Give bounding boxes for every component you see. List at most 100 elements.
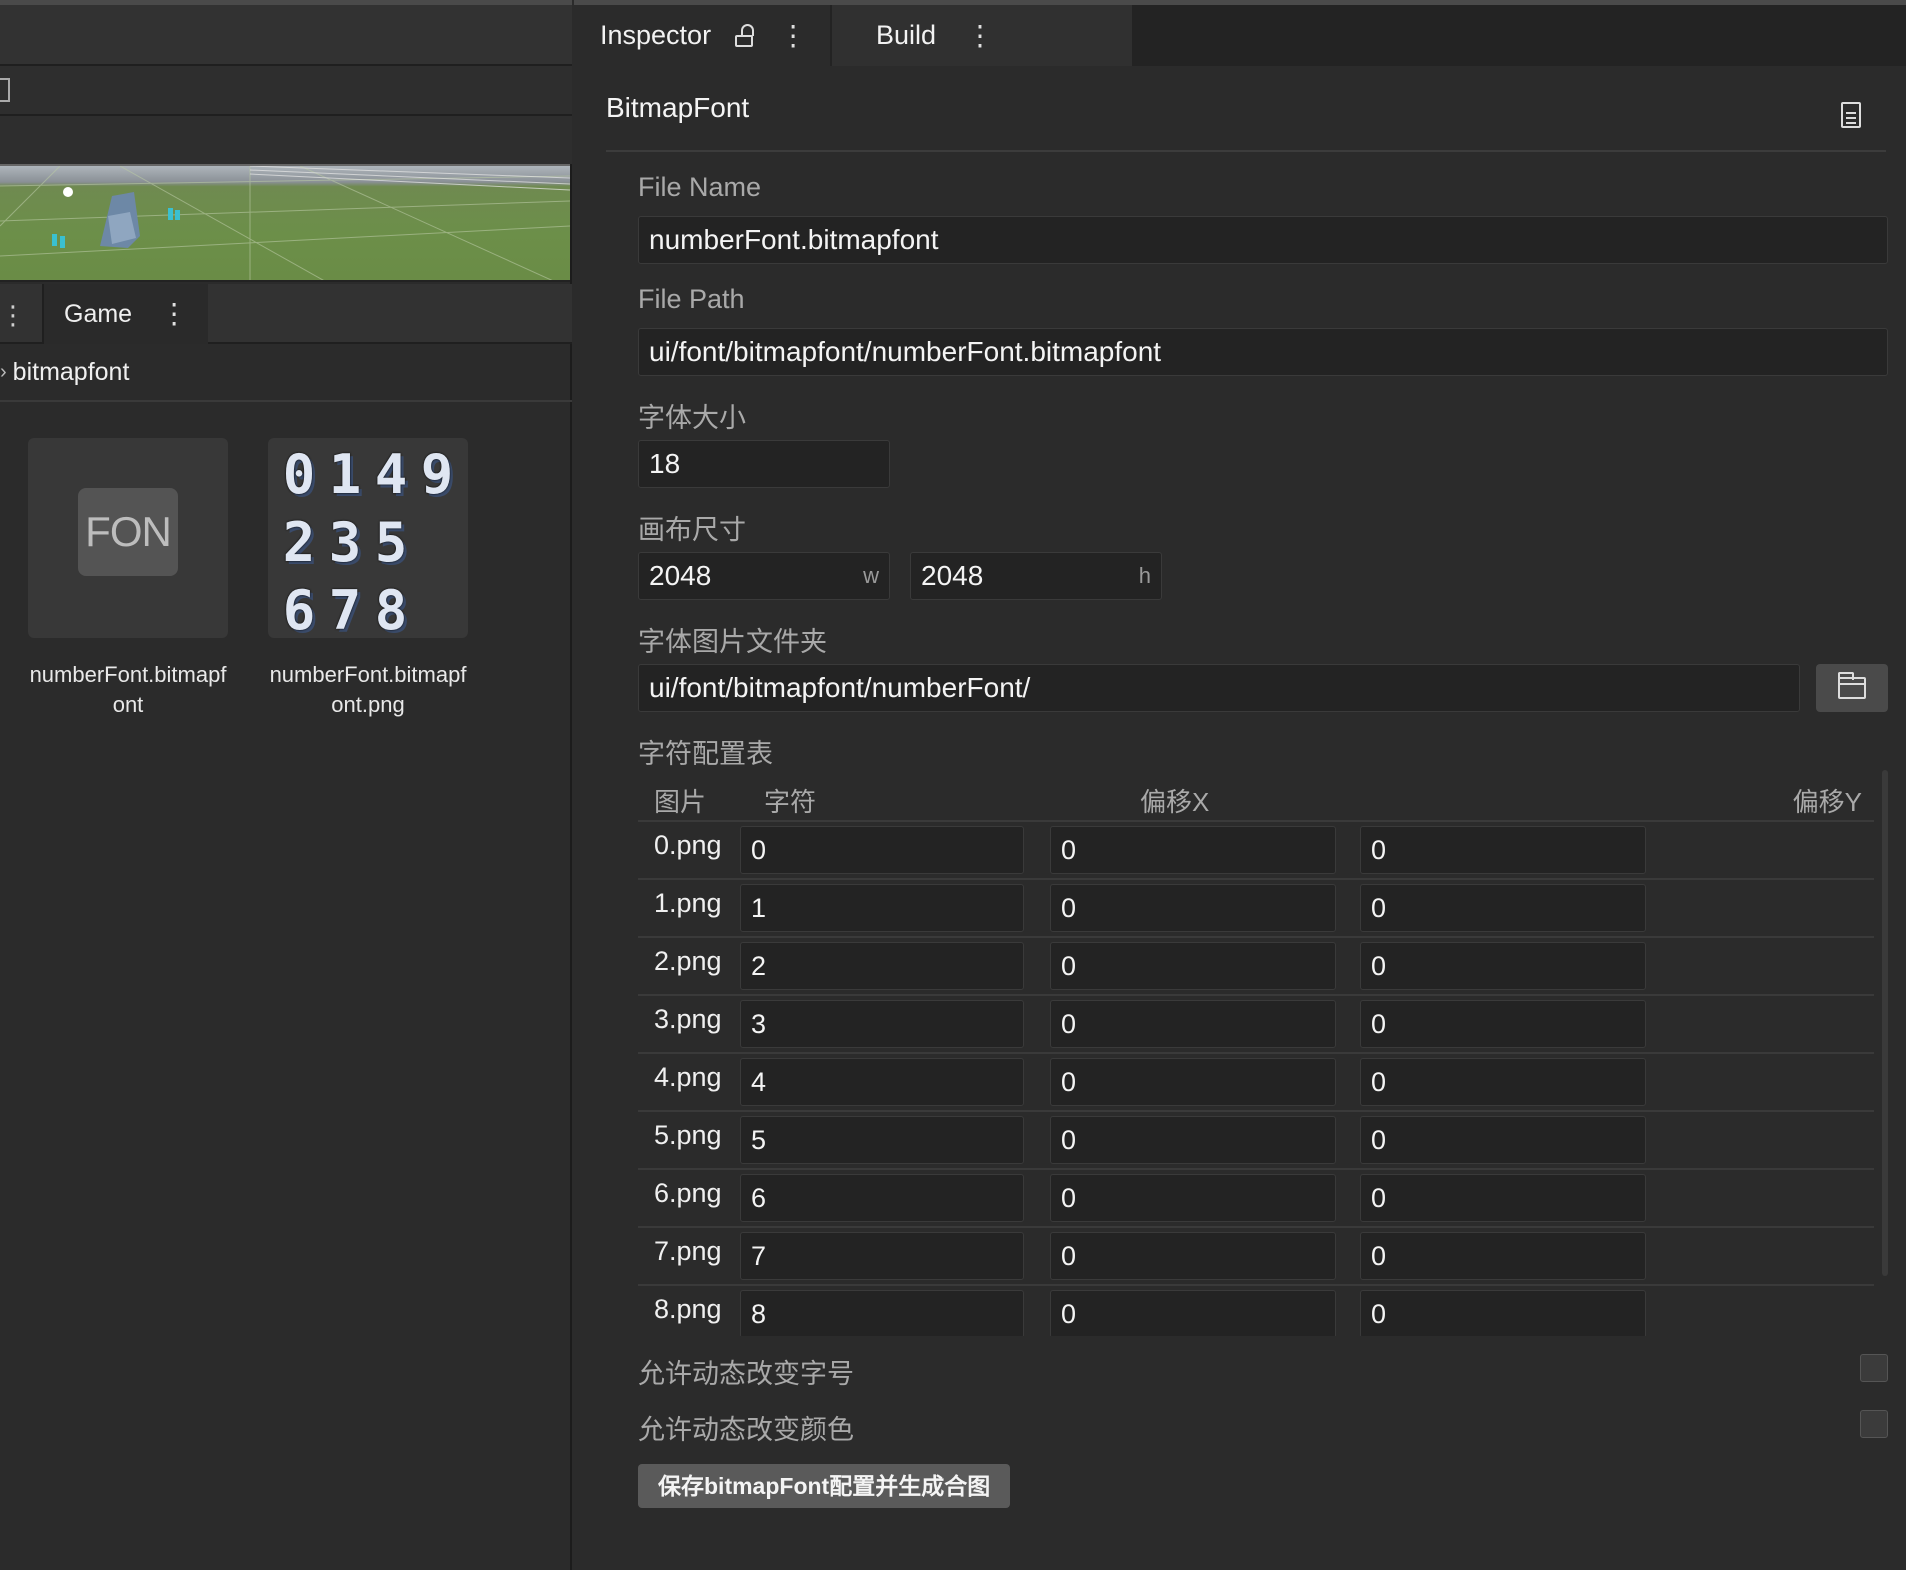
row-char-field[interactable]: 7 (740, 1232, 1024, 1280)
more-icon[interactable]: ⋮ (0, 300, 26, 331)
row-offset-x-field[interactable]: 0 (1050, 1174, 1336, 1222)
folder-icon (1838, 672, 1866, 699)
row-image-name: 7.png (654, 1236, 722, 1266)
file-name-field[interactable]: numberFont.bitmapfont (638, 216, 1888, 264)
glyph-preview: 0 (282, 443, 316, 506)
row-offset-x-field[interactable]: 0 (1050, 942, 1336, 990)
font-file-icon: FON (78, 488, 178, 576)
row-char-field[interactable]: 4 (740, 1058, 1024, 1106)
build-menu-icon[interactable]: ⋮ (966, 21, 994, 50)
canvas-height-value: 2048 (921, 560, 984, 591)
table-row: 0.png 0 0 0 (638, 820, 1874, 878)
inspector-tabbar: Inspector ⋮ Build ⋮ (574, 0, 1906, 66)
glyph-preview: 4 (374, 443, 408, 506)
asset-name: numberFont.bitmapfont.png (269, 662, 467, 717)
dynamic-color-checkbox[interactable] (1860, 1410, 1888, 1438)
sun-icon (63, 187, 73, 197)
row-offset-y-field[interactable]: 0 (1360, 1174, 1646, 1222)
row-char-field[interactable]: 5 (740, 1116, 1024, 1164)
glyph-preview: 8 (374, 579, 408, 642)
asset-thumbnail: FON (28, 438, 228, 638)
table-row: 6.png 6 0 0 (638, 1168, 1874, 1226)
row-char-field[interactable]: 1 (740, 884, 1024, 932)
row-char-field[interactable]: 3 (740, 1000, 1024, 1048)
table-scrollbar[interactable] (1882, 770, 1888, 1276)
game-tabbar: ⋮ Game ⋮ (0, 284, 572, 344)
tab-inspector[interactable]: Inspector ⋮ (574, 5, 830, 66)
document-icon[interactable] (1841, 102, 1861, 128)
table-row: 5.png 5 0 0 (638, 1110, 1874, 1168)
row-char-field[interactable]: 0 (740, 826, 1024, 874)
glyph-atlas-preview: 0149 235678 (276, 444, 462, 642)
row-offset-y-field[interactable]: 0 (1360, 884, 1646, 932)
inspector-menu-icon[interactable]: ⋮ (779, 21, 807, 50)
glyph-preview (414, 512, 460, 574)
row-offset-y-field[interactable]: 0 (1360, 942, 1646, 990)
glyph-preview: 3 (328, 511, 362, 574)
row-image-name: 6.png (654, 1178, 722, 1208)
file-name-label: File Name (638, 172, 762, 202)
row-offset-x-field[interactable]: 0 (1050, 884, 1336, 932)
dynamic-size-row: 允许动态改变字号 (638, 1352, 1888, 1396)
row-offset-x-field[interactable]: 0 (1050, 1232, 1336, 1280)
dynamic-color-label: 允许动态改变颜色 (638, 1415, 854, 1445)
row-image-name: 0.png (654, 830, 722, 860)
scene-viewport[interactable] (0, 164, 570, 282)
char-table-label: 字符配置表 (638, 739, 773, 769)
save-config-button[interactable]: 保存bitmapFont配置并生成合图 (638, 1464, 1011, 1508)
row-offset-x-field[interactable]: 0 (1050, 1116, 1336, 1164)
tab-build-label: Build (876, 20, 937, 50)
row-char-field[interactable]: 8 (740, 1290, 1024, 1336)
lock-icon[interactable] (735, 23, 755, 48)
row-char-field[interactable]: 2 (740, 942, 1024, 990)
asset-thumbnail: 0149 235678 (268, 438, 468, 642)
row-image-name: 2.png (654, 946, 722, 976)
row-offset-y-field[interactable]: 0 (1360, 1232, 1646, 1280)
table-header: 图片 字符 偏移X 偏移Y (638, 770, 1874, 820)
header-image: 图片 (654, 787, 707, 817)
glyph-preview: 2 (282, 511, 316, 574)
divider (606, 150, 1886, 152)
dynamic-size-checkbox[interactable] (1860, 1354, 1888, 1382)
dynamic-color-row: 允许动态改变颜色 (638, 1408, 1888, 1452)
row-image-name: 8.png (654, 1294, 722, 1324)
table-row: 3.png 3 0 0 (638, 994, 1874, 1052)
table-row: 8.png 8 0 0 (638, 1284, 1874, 1336)
row-offset-x-field[interactable]: 0 (1050, 1000, 1336, 1048)
row-offset-x-field[interactable]: 0 (1050, 1290, 1336, 1336)
row-offset-y-field[interactable]: 0 (1360, 1116, 1646, 1164)
glyph-preview: 6 (282, 579, 316, 642)
row-offset-x-field[interactable]: 0 (1050, 826, 1336, 874)
hierarchy-icon[interactable] (0, 78, 10, 102)
left-panel: ⋮ Game ⋮ › bitmapfont FON numberFont.bit… (0, 0, 572, 1570)
canvas-width-field[interactable]: 2048 w (638, 552, 890, 600)
tab-inspector-label: Inspector (600, 20, 712, 50)
asset-item-png[interactable]: 0149 235678 numberFont.bitmapfont.png (268, 438, 468, 720)
glyph-preview: 7 (328, 579, 362, 642)
row-image-name: 4.png (654, 1062, 722, 1092)
font-folder-field[interactable]: ui/font/bitmapfont/numberFont/ (638, 664, 1800, 712)
canvas-height-field[interactable]: 2048 h (910, 552, 1162, 600)
header-char: 字符 (764, 787, 817, 817)
row-offset-y-field[interactable]: 0 (1360, 1000, 1646, 1048)
asset-item-bitmapfont[interactable]: FON numberFont.bitmapfont (28, 438, 228, 720)
table-row: 7.png 7 0 0 (638, 1226, 1874, 1284)
row-char-field[interactable]: 6 (740, 1174, 1024, 1222)
table-row: 4.png 4 0 0 (638, 1052, 1874, 1110)
file-path-field[interactable]: ui/font/bitmapfont/numberFont.bitmapfont (638, 328, 1888, 376)
asset-type-title: BitmapFont (606, 92, 750, 123)
row-offset-y-field[interactable]: 0 (1360, 1058, 1646, 1106)
browse-folder-button[interactable] (1816, 664, 1888, 712)
inspector-panel: Inspector ⋮ Build ⋮ BitmapFont File Name… (574, 0, 1906, 1570)
glyph-preview (414, 580, 460, 642)
font-size-field[interactable]: 18 (638, 440, 890, 488)
row-offset-y-field[interactable]: 0 (1360, 826, 1646, 874)
chevron-right-icon: › (0, 360, 7, 383)
row-offset-x-field[interactable]: 0 (1050, 1058, 1336, 1106)
game-tab-menu-icon[interactable]: ⋮ (160, 300, 188, 328)
breadcrumb[interactable]: › bitmapfont (0, 344, 572, 402)
row-image-name: 1.png (654, 888, 722, 918)
tab-game[interactable]: Game ⋮ (42, 284, 209, 344)
row-offset-y-field[interactable]: 0 (1360, 1290, 1646, 1336)
tab-build[interactable]: Build ⋮ (832, 5, 1132, 66)
